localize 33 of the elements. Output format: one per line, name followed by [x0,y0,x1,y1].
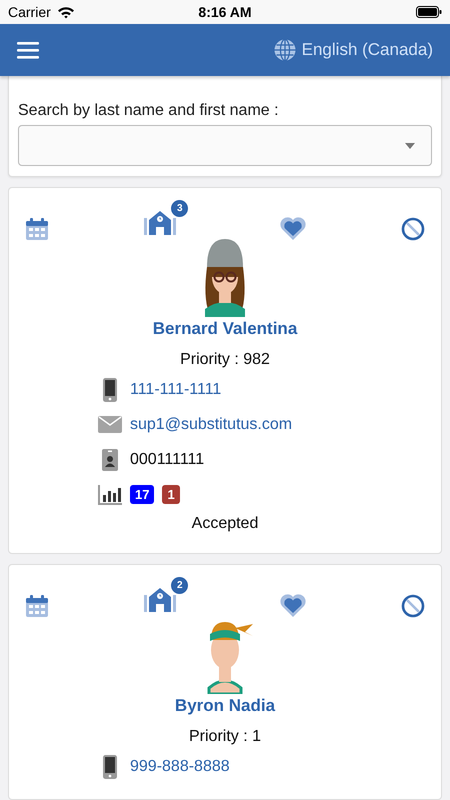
search-label: Search by last name and first name : [18,102,280,120]
calendar-icon[interactable] [25,217,49,241]
block-icon[interactable] [400,594,425,618]
substitute-name[interactable]: Bernard Valentina [152,319,298,339]
name-search-field[interactable] [18,125,432,166]
globe-icon[interactable] [274,39,296,61]
count-badge: 3 [171,200,188,217]
status-text: Accepted [192,515,258,533]
school-icon[interactable] [144,210,176,236]
envelope-icon [98,416,122,433]
phone-link[interactable]: 999-888-8888 [130,758,230,776]
count-badge: 2 [171,577,188,594]
phone-link[interactable]: 111-111-1111 [130,380,222,398]
dropdown-caret-icon [405,142,415,148]
bar-chart-icon [98,484,122,504]
calendar-icon[interactable] [25,594,49,618]
email-link[interactable]: sup1@substitutus.com [130,416,292,434]
heart-icon[interactable] [280,217,306,241]
heart-icon[interactable] [280,594,306,618]
count-badge: 17 [130,485,154,504]
clock-time: 8:16 AM [198,4,252,20]
priority-text: Priority : 1 [188,728,261,746]
battery-icon [416,6,442,18]
carrier-label: Carrier [8,4,51,20]
language-selector[interactable]: English (Canada) [302,40,433,60]
block-icon[interactable] [400,217,425,241]
substitute-name[interactable]: Byron Nadia [174,696,276,716]
id-number: 000111111 [130,450,204,468]
count-badge: 1 [162,485,180,504]
priority-text: Priority : 982 [180,351,270,369]
wifi-icon [56,6,75,18]
menu-icon[interactable] [17,42,39,58]
school-icon[interactable] [144,587,176,613]
